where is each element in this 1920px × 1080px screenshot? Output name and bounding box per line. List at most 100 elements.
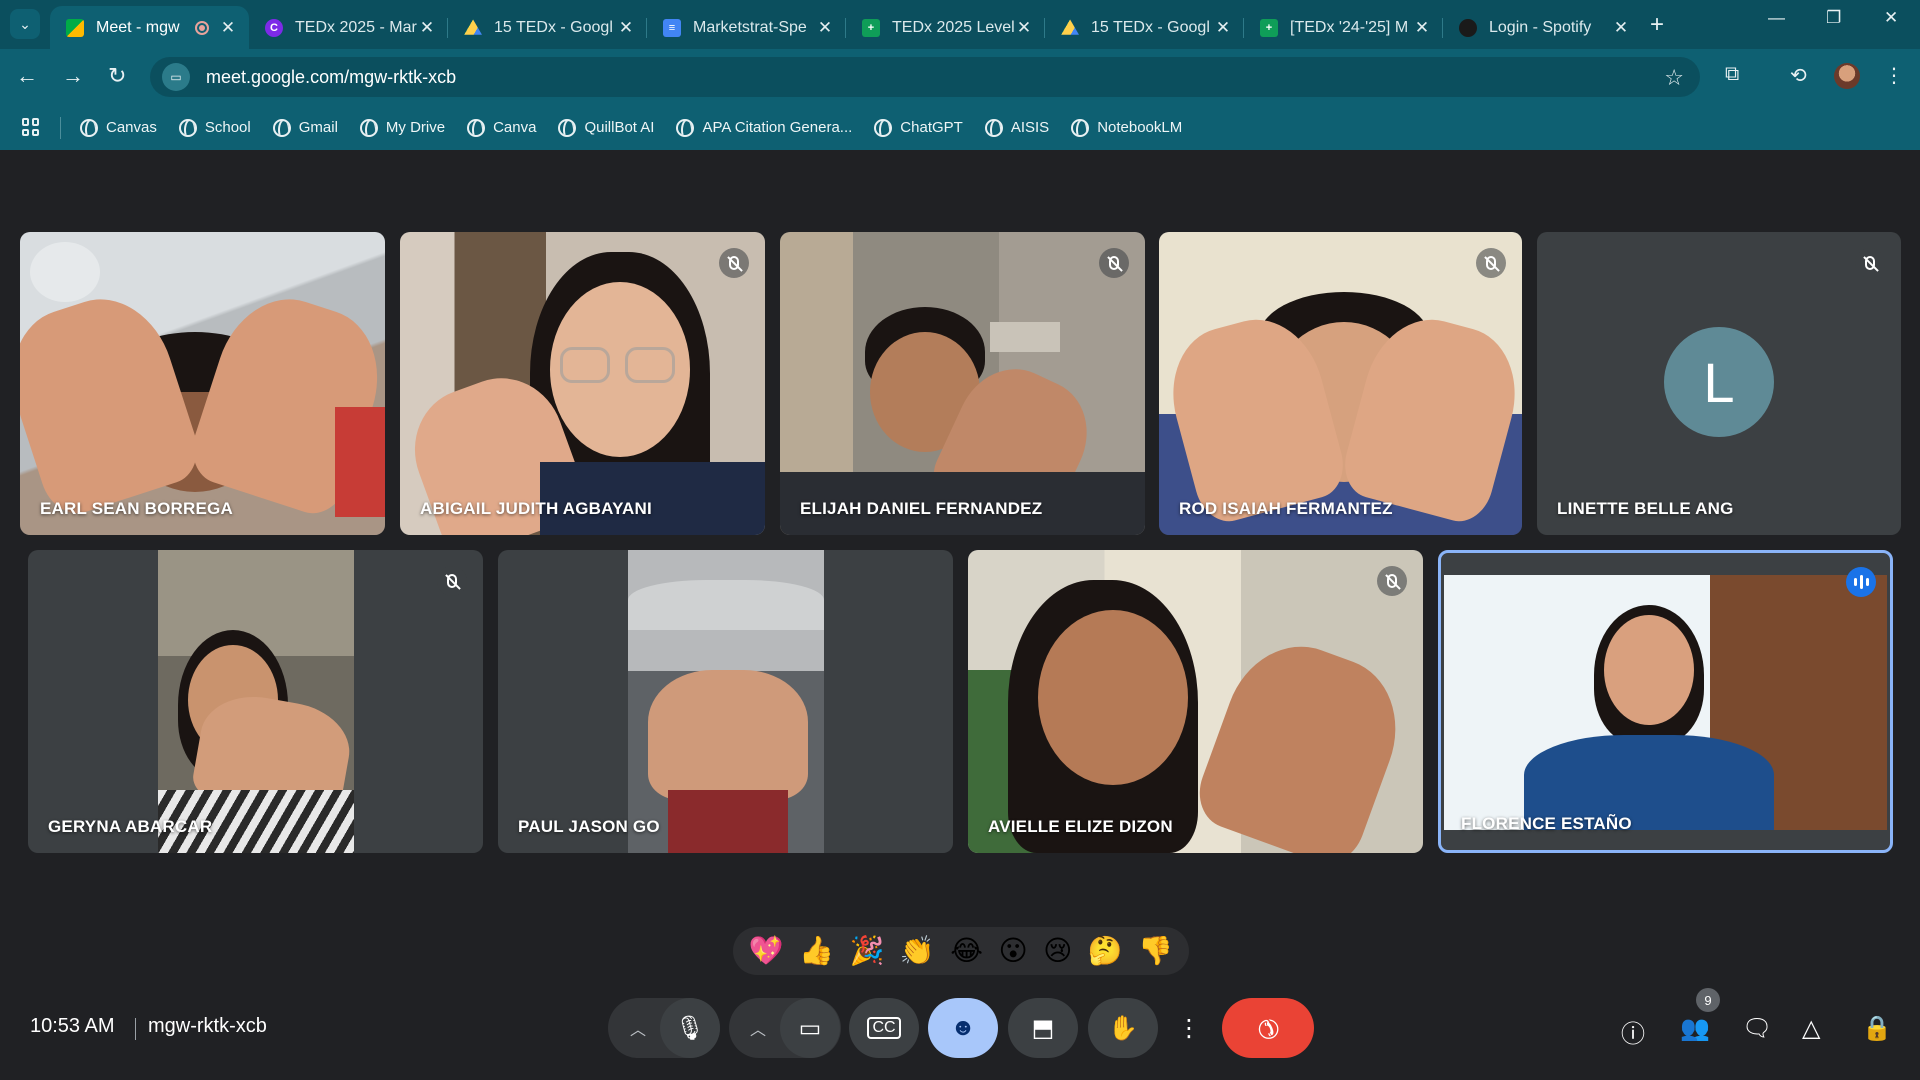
participant-tile[interactable]: PAUL JASON GO [498, 550, 953, 853]
reactions-bar: 💖 👍 🎉 👏 😂 😮 😢 🤔 👎 [733, 927, 1189, 975]
reaction-thumbs-down[interactable]: 👎 [1138, 937, 1173, 965]
mic-off-icon [1109, 256, 1119, 270]
close-icon[interactable]: ✕ [617, 18, 635, 38]
participant-name: PAUL JASON GO [518, 817, 660, 836]
address-bar[interactable]: ▭ meet.google.com/mgw-rktk-xcb ☆ [150, 57, 1700, 97]
chevron-up-icon[interactable]: ︿ [630, 1016, 646, 1040]
reaction-crying[interactable]: 😢 [1043, 937, 1072, 965]
host-controls-button[interactable]: 🔒 [1862, 1014, 1892, 1043]
close-icon[interactable]: ✕ [219, 18, 237, 38]
muted-indicator [1099, 248, 1129, 278]
chevron-up-icon[interactable]: ︿ [750, 1016, 766, 1040]
activities-button[interactable]: △ [1802, 1014, 1820, 1043]
globe-icon [874, 118, 893, 137]
bookmark-star-icon[interactable]: ☆ [1664, 65, 1684, 91]
tab-title: Login - Spotify [1489, 18, 1592, 36]
more-options-button[interactable]: ⋮ [1166, 998, 1212, 1058]
minimize-button[interactable]: — [1768, 8, 1785, 28]
participant-tile[interactable]: ABIGAIL JUDITH AGBAYANI [400, 232, 765, 535]
bookmark-notebooklm[interactable]: NotebookLM [1071, 118, 1182, 137]
profile-avatar[interactable] [1834, 63, 1860, 89]
tab-sheets[interactable]: + TEDx 2025 Level ✕ [846, 6, 1045, 49]
tab-meet[interactable]: Meet - mgw ✕ [50, 6, 249, 49]
bookmark-school[interactable]: School [178, 118, 251, 137]
browser-toolbar: ← → ↻ ▭ meet.google.com/mgw-rktk-xcb ☆ ⧉… [0, 49, 1920, 105]
chat-button[interactable]: 🗨 [1742, 1014, 1772, 1043]
camera-button[interactable]: ▭ [780, 998, 840, 1058]
restore-button[interactable]: ❐ [1826, 8, 1841, 28]
close-icon[interactable]: ✕ [1214, 18, 1232, 38]
tab-docs[interactable]: ≡ Marketstrat-Spe ✕ [647, 6, 846, 49]
participant-name: FLORENCE ESTAÑO [1461, 814, 1632, 833]
chevron-down-icon: ⌄ [19, 15, 31, 32]
raise-hand-button[interactable]: ✋ [1088, 998, 1158, 1058]
meeting-details-button[interactable]: ⓘ [1621, 1014, 1645, 1049]
reaction-laughing[interactable]: 😂 [950, 937, 983, 965]
bookmark-quillbot[interactable]: QuillBot AI [558, 118, 654, 137]
globe-icon [359, 118, 378, 137]
close-icon[interactable]: ✕ [1015, 18, 1033, 38]
reaction-clapping[interactable]: 👏 [900, 937, 935, 965]
captions-button[interactable]: CC [849, 998, 919, 1058]
participant-tile[interactable]: GERYNA ABARCAR [28, 550, 483, 853]
participant-tile[interactable]: AVIELLE ELIZE DIZON [968, 550, 1423, 853]
participant-tile[interactable]: EARL SEAN BORREGA [20, 232, 385, 535]
close-window-button[interactable]: ✕ [1884, 8, 1898, 28]
bookmark-apa-citation[interactable]: APA Citation Genera... [676, 118, 852, 137]
sync-icon[interactable]: ⟲ [1790, 63, 1807, 88]
reload-button[interactable]: ↻ [108, 63, 126, 89]
bookmark-aisis[interactable]: AISIS [984, 118, 1049, 137]
reaction-thinking[interactable]: 🤔 [1088, 937, 1123, 965]
mic-off-icon [1865, 256, 1875, 270]
extensions-icon[interactable]: ⧉ [1725, 63, 1739, 86]
bookmark-gmail[interactable]: Gmail [272, 118, 338, 137]
tab-title: 15 TEDx - Googl [494, 18, 613, 36]
microphone-icon: 🎙 [674, 1014, 706, 1042]
bookmark-my-drive[interactable]: My Drive [359, 118, 445, 137]
close-icon[interactable]: ✕ [816, 18, 834, 38]
tab-spotify[interactable]: Login - Spotify ✕ [1443, 6, 1642, 49]
meeting-code: mgw-rktk-xcb [148, 1015, 267, 1037]
tab-search-button[interactable]: ⌄ [10, 9, 40, 39]
globe-icon [984, 118, 1003, 137]
forward-button[interactable]: → [62, 63, 84, 89]
sheets-icon: + [862, 18, 880, 37]
leave-call-button[interactable]: ✆ [1222, 998, 1314, 1058]
bookmark-canvas[interactable]: Canvas [80, 118, 157, 137]
apps-grid-icon[interactable] [22, 118, 40, 136]
tab-canva[interactable]: C TEDx 2025 - Mar ✕ [249, 6, 448, 49]
menu-kebab-icon[interactable]: ⋮ [1884, 63, 1904, 88]
participant-tile[interactable]: L LINETTE BELLE ANG [1537, 232, 1901, 535]
reaction-sparkling-heart[interactable]: 💖 [749, 937, 784, 965]
globe-icon [80, 118, 98, 137]
bookmarks-bar: Canvas School Gmail My Drive Canva Quill… [0, 105, 1920, 150]
participant-tile[interactable]: ELIJAH DANIEL FERNANDEZ [780, 232, 1145, 535]
present-screen-button[interactable]: ⬒ [1008, 998, 1078, 1058]
participant-tile[interactable]: ROD ISAIAH FERMANTEZ [1159, 232, 1522, 535]
bookmark-canva[interactable]: Canva [467, 118, 536, 137]
activities-shapes-icon: △ [1802, 1015, 1821, 1042]
bookmark-chatgpt[interactable]: ChatGPT [874, 118, 963, 137]
reactions-button[interactable]: ☻ [928, 998, 998, 1058]
participant-count-badge: 9 [1696, 988, 1720, 1012]
new-tab-button[interactable]: + [1650, 11, 1664, 39]
reaction-surprised[interactable]: 😮 [998, 937, 1027, 965]
close-icon[interactable]: ✕ [418, 18, 436, 38]
participant-video [628, 550, 824, 853]
bookmark-label: ChatGPT [900, 119, 963, 136]
tab-drive[interactable]: 15 TEDx - Googl ✕ [448, 6, 647, 49]
chat-icon: 🗨 [1742, 1015, 1773, 1042]
close-icon[interactable]: ✕ [1612, 18, 1630, 38]
site-info-icon[interactable]: ▭ [162, 63, 190, 91]
close-icon[interactable]: ✕ [1413, 18, 1431, 38]
people-button[interactable]: 👥 [1680, 1014, 1710, 1043]
participant-name: GERYNA ABARCAR [48, 817, 213, 836]
microphone-button[interactable]: 🎙 [660, 998, 720, 1058]
tab-drive-2[interactable]: 15 TEDx - Googl ✕ [1045, 6, 1244, 49]
tab-sheets-2[interactable]: + [TEDx '24-'25] M ✕ [1244, 6, 1443, 49]
participant-video [1444, 575, 1887, 830]
reaction-party-popper[interactable]: 🎉 [850, 937, 885, 965]
reaction-thumbs-up[interactable]: 👍 [799, 937, 834, 965]
back-button[interactable]: ← [16, 63, 38, 89]
participant-tile-speaking[interactable]: FLORENCE ESTAÑO [1438, 550, 1893, 853]
